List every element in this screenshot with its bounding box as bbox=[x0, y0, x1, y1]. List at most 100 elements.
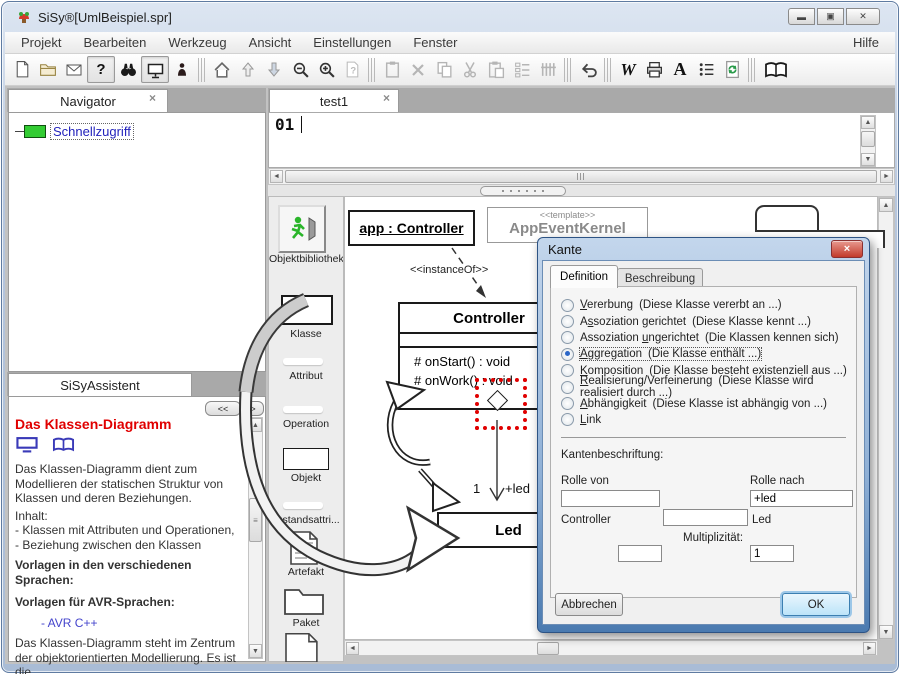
multiplicity-left-input[interactable] bbox=[618, 545, 662, 562]
radio-icon[interactable] bbox=[561, 331, 574, 344]
radio-selected-icon[interactable] bbox=[561, 348, 574, 361]
assistant-forward-button[interactable]: > bbox=[242, 401, 264, 416]
list-options-button[interactable] bbox=[509, 57, 535, 83]
menu-werkzeug[interactable]: Werkzeug bbox=[168, 35, 226, 50]
scroll-right-icon[interactable]: ► bbox=[863, 642, 876, 655]
monitor-icon[interactable] bbox=[15, 436, 39, 453]
palette-artefakt-tool[interactable] bbox=[288, 530, 320, 571]
copy-button[interactable] bbox=[431, 57, 457, 83]
tab-definition[interactable]: Definition bbox=[550, 265, 618, 288]
canvas-hscrollbar[interactable]: ◄ ► bbox=[344, 640, 878, 656]
radio-icon[interactable] bbox=[561, 413, 574, 426]
splitter-handle[interactable] bbox=[480, 186, 566, 196]
menu-fenster[interactable]: Fenster bbox=[413, 35, 457, 50]
editor-area[interactable]: 01 ▲ ▼ bbox=[268, 112, 895, 168]
palette-objekt-tool[interactable] bbox=[283, 448, 329, 470]
filter-button[interactable] bbox=[535, 57, 561, 83]
scrollbar-thumb[interactable] bbox=[861, 131, 875, 147]
kante-dialog[interactable]: Kante × Definition Beschreibung Vererbun… bbox=[537, 237, 870, 633]
close-button[interactable]: ✕ bbox=[846, 8, 880, 25]
ok-button[interactable]: OK bbox=[782, 593, 850, 616]
radio-icon[interactable] bbox=[561, 364, 574, 377]
scroll-down-icon[interactable]: ▼ bbox=[879, 625, 893, 639]
print-button[interactable] bbox=[641, 57, 667, 83]
palette-zustandsattribut-tool[interactable] bbox=[283, 502, 323, 509]
palette-klasse-tool[interactable] bbox=[281, 295, 333, 325]
navigate-down-button[interactable] bbox=[261, 57, 287, 83]
tab-beschreibung[interactable]: Beschreibung bbox=[617, 268, 703, 288]
rolle-von-input[interactable] bbox=[561, 490, 660, 507]
menu-hilfe[interactable]: Hilfe bbox=[853, 35, 879, 50]
radio-icon[interactable] bbox=[561, 315, 574, 328]
canvas-vscrollbar[interactable]: ▲ ▼ bbox=[878, 197, 894, 640]
assistant-back-button[interactable]: << bbox=[205, 401, 241, 416]
radio-icon[interactable] bbox=[561, 381, 574, 394]
palette-attribut-tool[interactable] bbox=[283, 358, 323, 365]
menu-einstellungen[interactable]: Einstellungen bbox=[313, 35, 391, 50]
scroll-up-icon[interactable]: ▲ bbox=[879, 198, 893, 212]
delete-button[interactable] bbox=[405, 57, 431, 83]
menu-projekt[interactable]: Projekt bbox=[21, 35, 61, 50]
refresh-button[interactable] bbox=[719, 57, 745, 83]
radio-icon[interactable] bbox=[561, 299, 574, 312]
new-document-button[interactable] bbox=[9, 57, 35, 83]
radio-icon[interactable] bbox=[561, 397, 574, 410]
minimize-button[interactable]: ▬ bbox=[788, 8, 815, 25]
tab-sisyassistent[interactable]: SiSyAssistent bbox=[8, 373, 192, 397]
palette-extra-tool[interactable] bbox=[281, 632, 321, 667]
option-abhaengigkeit[interactable]: Abhängigkeit(Diese Klasse ist abhängig v… bbox=[561, 395, 848, 411]
cut-button[interactable] bbox=[457, 57, 483, 83]
manual-book-icon[interactable] bbox=[50, 436, 77, 453]
multiplicity-right-input[interactable] bbox=[750, 545, 794, 562]
word-export-button[interactable]: W bbox=[615, 57, 641, 83]
option-realisierung[interactable]: Realisierung/Verfeinerung(Diese Klasse w… bbox=[561, 379, 848, 395]
scroll-down-icon[interactable]: ▼ bbox=[861, 153, 875, 166]
menu-ansicht[interactable]: Ansicht bbox=[249, 35, 292, 50]
scrollbar-thumb[interactable]: ≡ bbox=[249, 498, 262, 542]
dialog-close-button[interactable]: × bbox=[831, 240, 863, 258]
report-button[interactable]: ? bbox=[339, 57, 365, 83]
open-folder-button[interactable] bbox=[35, 57, 61, 83]
scroll-left-icon[interactable]: ◄ bbox=[270, 170, 283, 183]
uml-instance-app-controller[interactable]: app : Controller bbox=[348, 210, 475, 246]
scroll-up-icon[interactable]: ▲ bbox=[249, 418, 262, 432]
palette-objektbibliothek-button[interactable] bbox=[278, 205, 326, 253]
option-link[interactable]: Link bbox=[561, 412, 848, 428]
editor-close-icon[interactable]: × bbox=[383, 91, 390, 105]
palette-operation-tool[interactable] bbox=[283, 406, 323, 413]
help-mode-button[interactable]: ? bbox=[87, 56, 115, 83]
search-button[interactable] bbox=[115, 57, 141, 83]
person-button[interactable] bbox=[169, 57, 195, 83]
scroll-up-icon[interactable]: ▲ bbox=[861, 116, 875, 129]
properties-button[interactable] bbox=[379, 57, 405, 83]
scroll-down-icon[interactable]: ▼ bbox=[249, 644, 262, 658]
title-bar[interactable]: SiSy®[UmlBeispiel.spr] ▬ ▣ ✕ bbox=[6, 4, 894, 32]
option-assoziation-gerichtet[interactable]: Assoziation gerichtet(Diese Klasse kennt… bbox=[561, 313, 848, 329]
rolle-nach-input[interactable] bbox=[750, 490, 853, 507]
option-aggregation[interactable]: Aggregation(Die Klasse enthält ...) bbox=[561, 346, 848, 362]
font-button[interactable]: A bbox=[667, 57, 693, 83]
maximize-button[interactable]: ▣ bbox=[817, 8, 844, 25]
help-book-button[interactable] bbox=[759, 57, 793, 83]
tab-test1[interactable]: test1 bbox=[269, 89, 399, 113]
menu-bearbeiten[interactable]: Bearbeiten bbox=[83, 35, 146, 50]
presentation-button[interactable] bbox=[141, 56, 169, 83]
zoom-in-button[interactable] bbox=[313, 57, 339, 83]
scroll-right-icon[interactable]: ► bbox=[880, 170, 893, 183]
home-button[interactable] bbox=[209, 57, 235, 83]
mail-button[interactable] bbox=[61, 57, 87, 83]
editor-vscrollbar[interactable]: ▲ ▼ bbox=[860, 115, 876, 167]
bullet-list-button[interactable] bbox=[693, 57, 719, 83]
tree-item-schnellzugriff[interactable]: Schnellzugriff bbox=[15, 123, 134, 140]
zoom-out-button[interactable] bbox=[287, 57, 313, 83]
assistant-scrollbar[interactable]: ▲ ≡ ▼ bbox=[248, 417, 263, 659]
scrollbar-thumb[interactable] bbox=[537, 642, 559, 655]
navigator-close-icon[interactable]: × bbox=[149, 91, 156, 105]
tab-navigator[interactable]: Navigator bbox=[8, 89, 168, 113]
option-vererbung[interactable]: Vererbung(Diese Klasse vererbt an ...) bbox=[561, 297, 848, 313]
option-assoziation-ungerichtet[interactable]: Assoziation ungerichtet(Die Klassen kenn… bbox=[561, 330, 848, 346]
palette-paket-tool[interactable] bbox=[283, 584, 325, 621]
cancel-button[interactable]: Abbrechen bbox=[555, 593, 623, 616]
scroll-left-icon[interactable]: ◄ bbox=[346, 642, 359, 655]
navigate-up-button[interactable] bbox=[235, 57, 261, 83]
